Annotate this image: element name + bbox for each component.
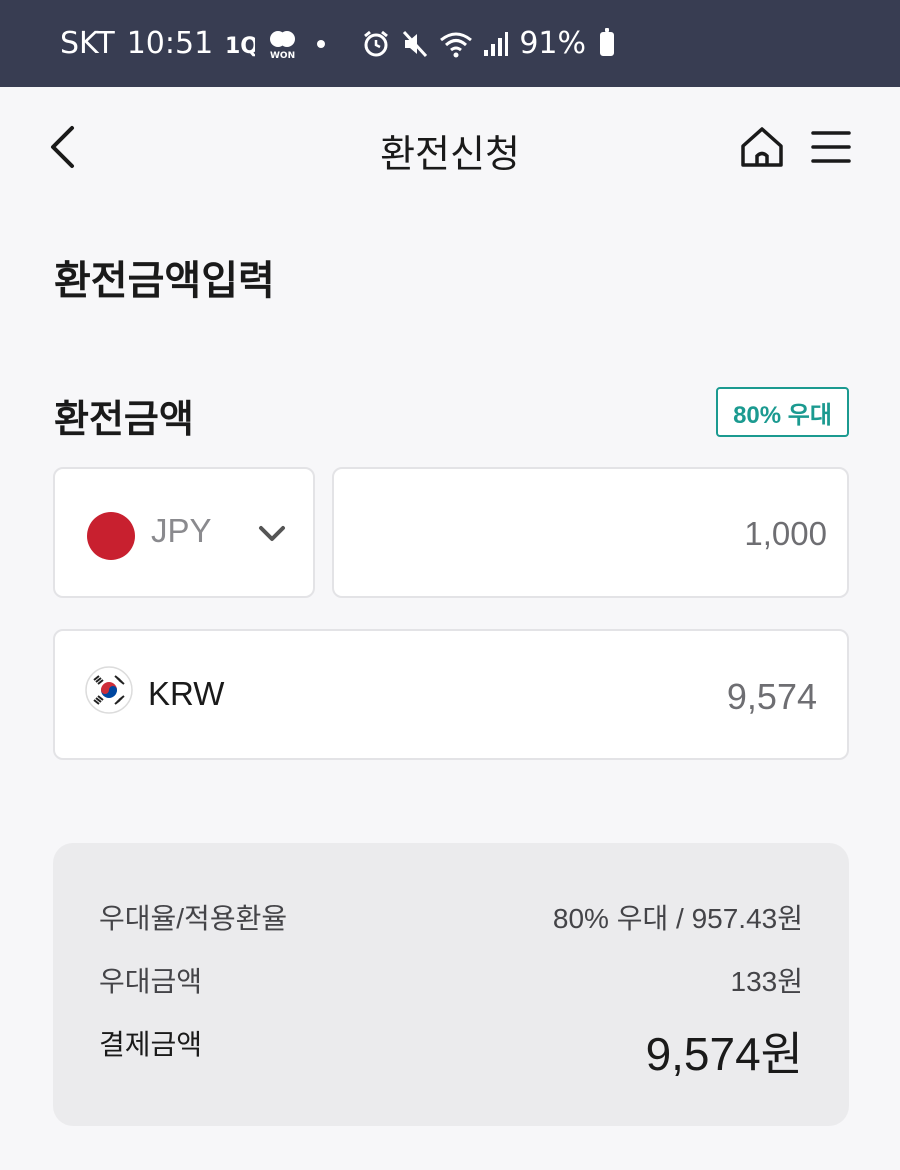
carrier-label: SKT [60, 26, 115, 61]
currency-select[interactable]: JPY [53, 467, 315, 598]
dot-icon [311, 34, 331, 54]
status-left: SKT 10:51 1Q WON [60, 0, 331, 87]
status-bar: SKT 10:51 1Q WON 91% [0, 0, 900, 87]
krw-result-box: KRW 9,574 [53, 629, 849, 760]
status-right: 91% [361, 0, 614, 87]
alarm-icon [361, 29, 391, 59]
korea-flag-icon [85, 666, 133, 714]
from-currency-code: JPY [151, 512, 212, 549]
1q-icon: 1Q [225, 30, 255, 58]
won-icon-label: WON [270, 51, 295, 60]
to-currency-code: KRW [148, 675, 225, 712]
home-icon [741, 127, 783, 167]
preference-badge: 80% 우대 [716, 387, 849, 437]
menu-button[interactable] [806, 119, 856, 175]
discount-value: 133원 [730, 966, 803, 997]
chevron-down-icon [257, 519, 287, 549]
rate-value: 80% 우대 / 957.43원 [552, 903, 803, 934]
mute-icon [401, 29, 429, 59]
time-label: 10:51 [126, 26, 214, 61]
wifi-icon [439, 29, 473, 59]
discount-label: 우대금액 [99, 966, 203, 997]
hamburger-menu-icon [811, 131, 851, 163]
svg-text:1Q: 1Q [225, 34, 255, 58]
app-header: 환전신청 [0, 87, 900, 207]
battery-percent: 91% [519, 26, 586, 61]
amount-input-box[interactable] [332, 467, 849, 598]
home-button[interactable] [734, 119, 790, 175]
battery-icon [600, 27, 614, 56]
amount-label: 환전금액 [54, 399, 194, 441]
amount-input[interactable] [427, 512, 827, 556]
converted-amount: 9,574 [726, 676, 817, 717]
summary-panel: 우대율/적용환율 80% 우대 / 957.43원 우대금액 133원 결제금액… [53, 843, 849, 1126]
japan-flag-icon [87, 512, 135, 560]
won-icon: WON [267, 28, 299, 60]
signal-icon [483, 30, 509, 58]
total-value: 9,574원 [645, 1028, 803, 1080]
section-heading: 환전금액입력 [54, 259, 275, 303]
total-label: 결제금액 [99, 1029, 203, 1060]
rate-label: 우대율/적용환율 [99, 903, 288, 934]
